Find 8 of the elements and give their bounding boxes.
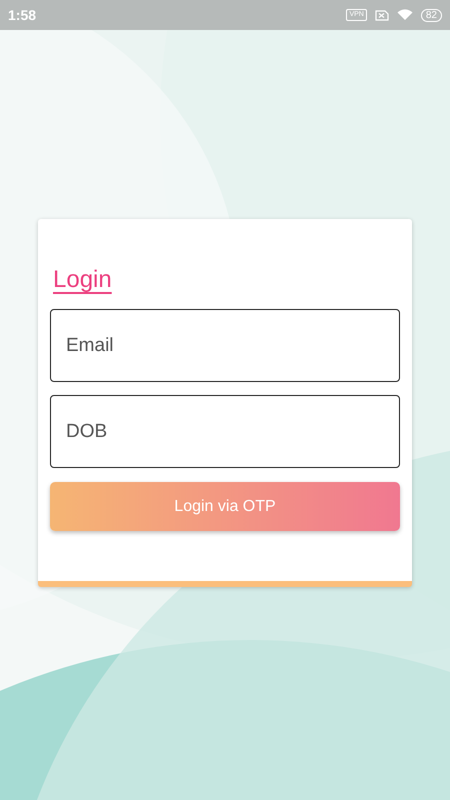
input-field[interactable]: Email: [50, 309, 400, 382]
status-time: 1:58: [8, 7, 36, 23]
battery-indicator: 82: [420, 8, 442, 22]
login-button[interactable]: Login via OTP: [50, 482, 400, 531]
sim-off-icon: [374, 10, 389, 20]
login-title: Login: [53, 265, 112, 295]
input-field[interactable]: DOB: [50, 395, 400, 468]
wifi-icon: [396, 9, 413, 21]
